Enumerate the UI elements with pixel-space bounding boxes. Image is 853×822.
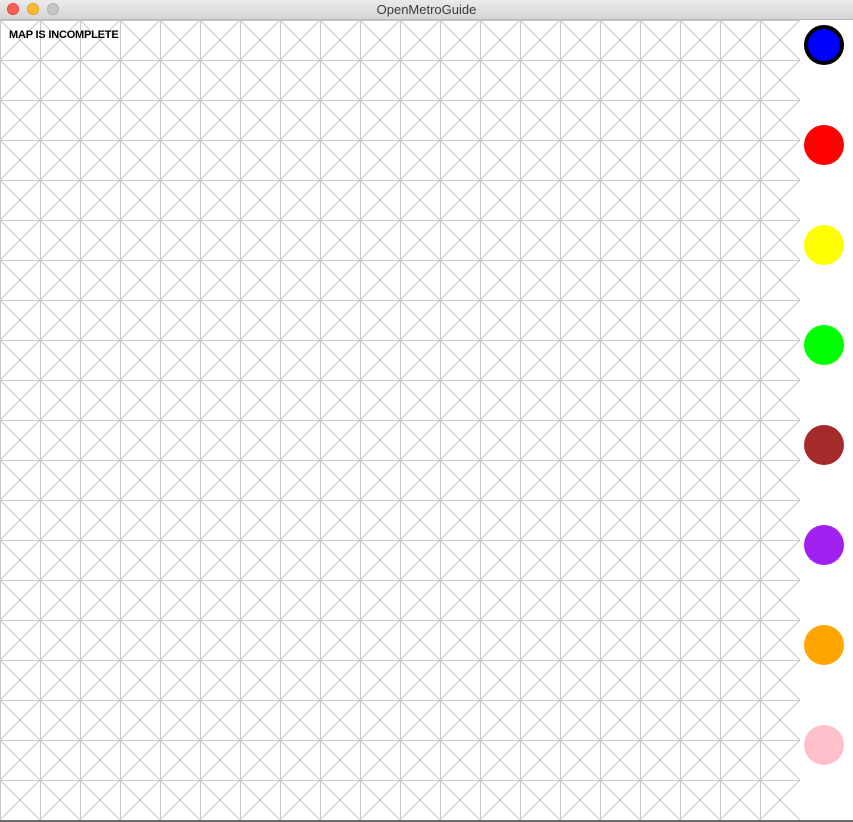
color-swatch-orange[interactable] bbox=[804, 625, 844, 665]
app-window: OpenMetroGuide MAP IS INCOMPLETE bbox=[0, 0, 853, 822]
line-color-palette bbox=[800, 20, 849, 820]
title-bar: OpenMetroGuide bbox=[0, 0, 853, 20]
color-swatch-pink[interactable] bbox=[804, 725, 844, 765]
color-swatch-blue[interactable] bbox=[804, 25, 844, 65]
map-grid-canvas[interactable] bbox=[0, 20, 800, 820]
window-title: OpenMetroGuide bbox=[376, 2, 477, 17]
color-swatch-purple[interactable] bbox=[804, 525, 844, 565]
color-swatch-yellow[interactable] bbox=[804, 225, 844, 265]
color-swatch-brown[interactable] bbox=[804, 425, 844, 465]
color-swatch-red[interactable] bbox=[804, 125, 844, 165]
map-status-message: MAP IS INCOMPLETE bbox=[9, 29, 119, 41]
color-swatch-green[interactable] bbox=[804, 325, 844, 365]
window-edge bbox=[849, 20, 853, 820]
map-grid bbox=[0, 20, 800, 820]
